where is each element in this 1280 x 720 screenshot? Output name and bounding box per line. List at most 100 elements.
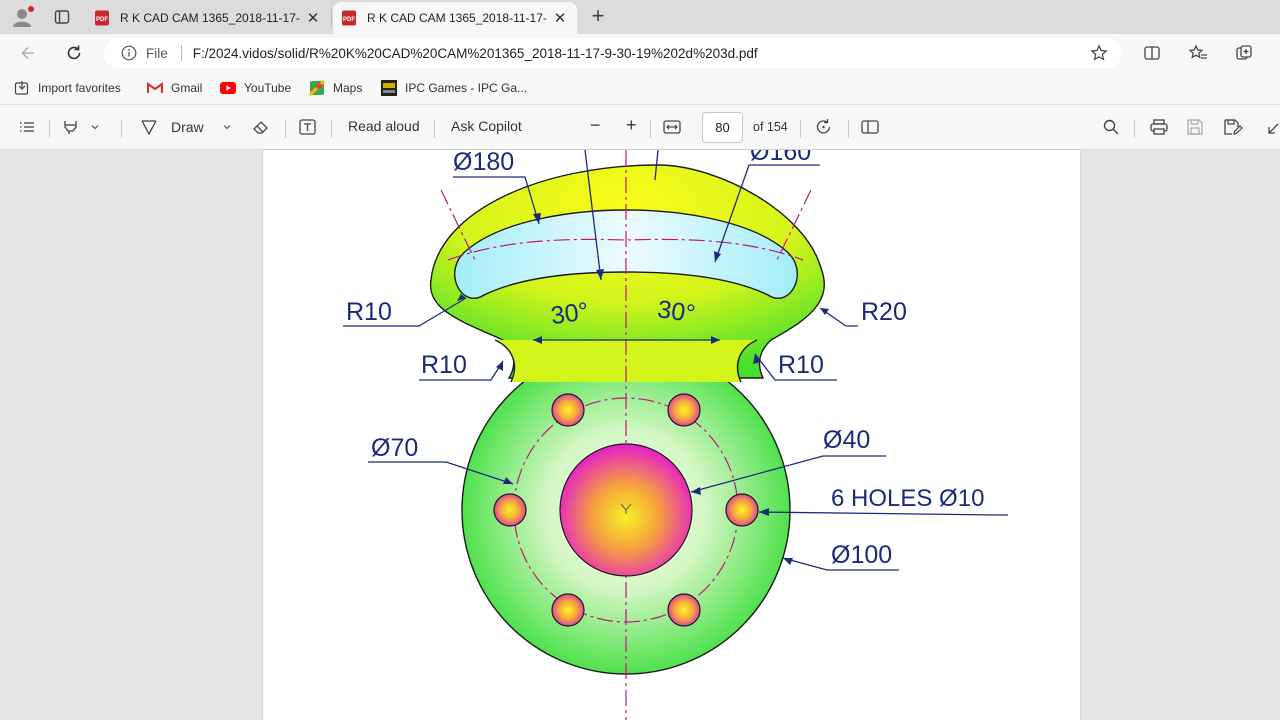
contents-button[interactable] bbox=[18, 118, 36, 136]
tab-divider bbox=[331, 9, 332, 27]
maps-icon bbox=[309, 80, 325, 96]
pdf-viewer[interactable]: Ø180 Ø160 R10 R20 R10 R10 30° 30° Ø70 Ø4… bbox=[0, 150, 1280, 720]
zoom-out-button[interactable]: − bbox=[590, 115, 601, 136]
fit-width-button[interactable] bbox=[662, 118, 682, 136]
scheme-label: File bbox=[146, 45, 168, 61]
tab-title: R K CAD CAM 1365_2018-11-17- bbox=[367, 11, 547, 25]
erase-button[interactable] bbox=[251, 118, 271, 136]
bolt-hole bbox=[725, 493, 759, 527]
ipc-icon bbox=[381, 80, 397, 96]
print-button[interactable] bbox=[1149, 118, 1169, 136]
tab-pdf-1[interactable]: PDF R K CAD CAM 1365_2018-11-17- ✕ bbox=[86, 2, 330, 34]
favorite-maps[interactable]: Maps bbox=[309, 80, 362, 96]
close-tab-icon[interactable]: ✕ bbox=[304, 9, 322, 27]
read-aloud-label: Read aloud bbox=[348, 118, 420, 134]
rotate-button[interactable] bbox=[814, 118, 834, 136]
label-diameter-180: Ø180 bbox=[453, 150, 514, 176]
svg-text:PDF: PDF bbox=[343, 17, 355, 23]
save-as-icon bbox=[1224, 119, 1243, 135]
toolbar-divider bbox=[1134, 120, 1135, 138]
draw-button[interactable]: Draw bbox=[139, 118, 233, 136]
new-tab-button[interactable]: + bbox=[584, 3, 612, 31]
profile-icon bbox=[13, 6, 34, 27]
chevron-down-icon[interactable] bbox=[89, 121, 101, 133]
favorite-import[interactable]: Import favorites bbox=[14, 80, 121, 96]
back-button[interactable] bbox=[16, 41, 40, 65]
favorites-list-icon bbox=[1188, 44, 1207, 59]
favorite-label: IPC Games - IPC Ga... bbox=[405, 81, 528, 95]
tab-strip: PDF R K CAD CAM 1365_2018-11-17- ✕ PDF R… bbox=[0, 0, 1280, 34]
print-icon bbox=[1150, 119, 1168, 135]
svg-text:PDF: PDF bbox=[96, 17, 108, 23]
navigation-bar: File F:/2024.vidos/solid/R%20K%20CAD%20C… bbox=[0, 34, 1280, 72]
collections-button[interactable] bbox=[1232, 41, 1256, 65]
cad-drawing: Ø180 Ø160 R10 R20 R10 R10 30° 30° Ø70 Ø4… bbox=[343, 150, 1008, 720]
address-bar[interactable]: File F:/2024.vidos/solid/R%20K%20CAD%20C… bbox=[104, 38, 1122, 68]
tab-actions-icon bbox=[54, 10, 70, 24]
favorite-ipc-games[interactable]: IPC Games - IPC Ga... bbox=[381, 80, 527, 96]
draw-pen-icon bbox=[141, 120, 157, 136]
address-divider bbox=[180, 45, 182, 61]
label-r10-neck-left: R10 bbox=[421, 351, 467, 379]
toolbar-divider bbox=[49, 120, 50, 138]
bolt-hole bbox=[667, 393, 701, 427]
chevron-down-icon[interactable] bbox=[221, 121, 233, 133]
favorites-button[interactable] bbox=[1186, 41, 1210, 65]
refresh-button[interactable] bbox=[62, 41, 86, 65]
save-as-button[interactable] bbox=[1223, 118, 1243, 136]
draw-label: Draw bbox=[171, 119, 204, 135]
page-total: of 154 bbox=[753, 120, 788, 134]
split-screen-icon bbox=[1144, 46, 1160, 60]
refresh-icon bbox=[67, 45, 81, 60]
zoom-out-icon: − bbox=[590, 115, 601, 135]
page-number-input[interactable]: 80 bbox=[702, 112, 743, 143]
ask-copilot-button[interactable]: Ask Copilot bbox=[451, 118, 522, 134]
tab-title: R K CAD CAM 1365_2018-11-17- bbox=[120, 11, 300, 25]
toolbar-divider bbox=[331, 120, 332, 138]
toolbar-divider bbox=[121, 120, 122, 138]
favorite-label: Import favorites bbox=[38, 81, 121, 95]
favorite-star-icon[interactable] bbox=[1090, 44, 1108, 62]
search-icon bbox=[1103, 119, 1119, 135]
text-box-icon bbox=[299, 119, 316, 135]
page-view-icon bbox=[861, 120, 879, 134]
expand-button[interactable] bbox=[1266, 118, 1280, 136]
profile-button[interactable] bbox=[10, 5, 36, 29]
favorite-label: Gmail bbox=[171, 81, 203, 95]
url-text[interactable]: F:/2024.vidos/solid/R%20K%20CAD%20CAM%20… bbox=[193, 46, 758, 61]
page-view-button[interactable] bbox=[860, 118, 880, 136]
bolt-hole bbox=[667, 593, 701, 627]
save-icon bbox=[1187, 119, 1203, 135]
toolbar-divider bbox=[434, 120, 435, 138]
tab-actions-button[interactable] bbox=[48, 5, 76, 29]
gmail-icon bbox=[147, 80, 163, 96]
label-angle-right: 30° bbox=[656, 295, 697, 328]
highlighter-icon bbox=[64, 121, 77, 134]
rotate-icon bbox=[816, 119, 831, 134]
bolt-hole bbox=[551, 393, 585, 427]
fit-width-icon bbox=[663, 120, 681, 134]
contents-list-icon bbox=[20, 122, 34, 132]
highlight-button[interactable] bbox=[61, 118, 101, 136]
toolbar-divider bbox=[285, 120, 286, 138]
favorite-youtube[interactable]: YouTube bbox=[220, 80, 291, 96]
favorite-label: YouTube bbox=[244, 81, 292, 95]
favorite-gmail[interactable]: Gmail bbox=[147, 80, 202, 96]
zoom-in-button[interactable]: + bbox=[626, 115, 637, 136]
toolbar-divider bbox=[650, 120, 651, 138]
label-diameter-100: Ø100 bbox=[831, 541, 892, 569]
label-diameter-40: Ø40 bbox=[823, 426, 870, 454]
read-aloud-button[interactable]: Read aloud bbox=[348, 118, 420, 134]
favorite-label: Maps bbox=[333, 81, 363, 95]
save-button[interactable] bbox=[1186, 118, 1204, 136]
favorites-bar: Import favorites Gmail YouTube Maps IPC … bbox=[0, 72, 1280, 104]
close-tab-icon[interactable]: ✕ bbox=[551, 9, 569, 27]
tab-pdf-2[interactable]: PDF R K CAD CAM 1365_2018-11-17- ✕ bbox=[333, 2, 577, 34]
bolt-hole bbox=[551, 593, 585, 627]
add-text-button[interactable] bbox=[298, 118, 318, 136]
label-angle-left: 30° bbox=[549, 297, 590, 330]
search-button[interactable] bbox=[1102, 118, 1120, 136]
info-icon[interactable] bbox=[121, 45, 137, 61]
split-screen-button[interactable] bbox=[1140, 41, 1164, 65]
import-icon bbox=[14, 80, 30, 96]
